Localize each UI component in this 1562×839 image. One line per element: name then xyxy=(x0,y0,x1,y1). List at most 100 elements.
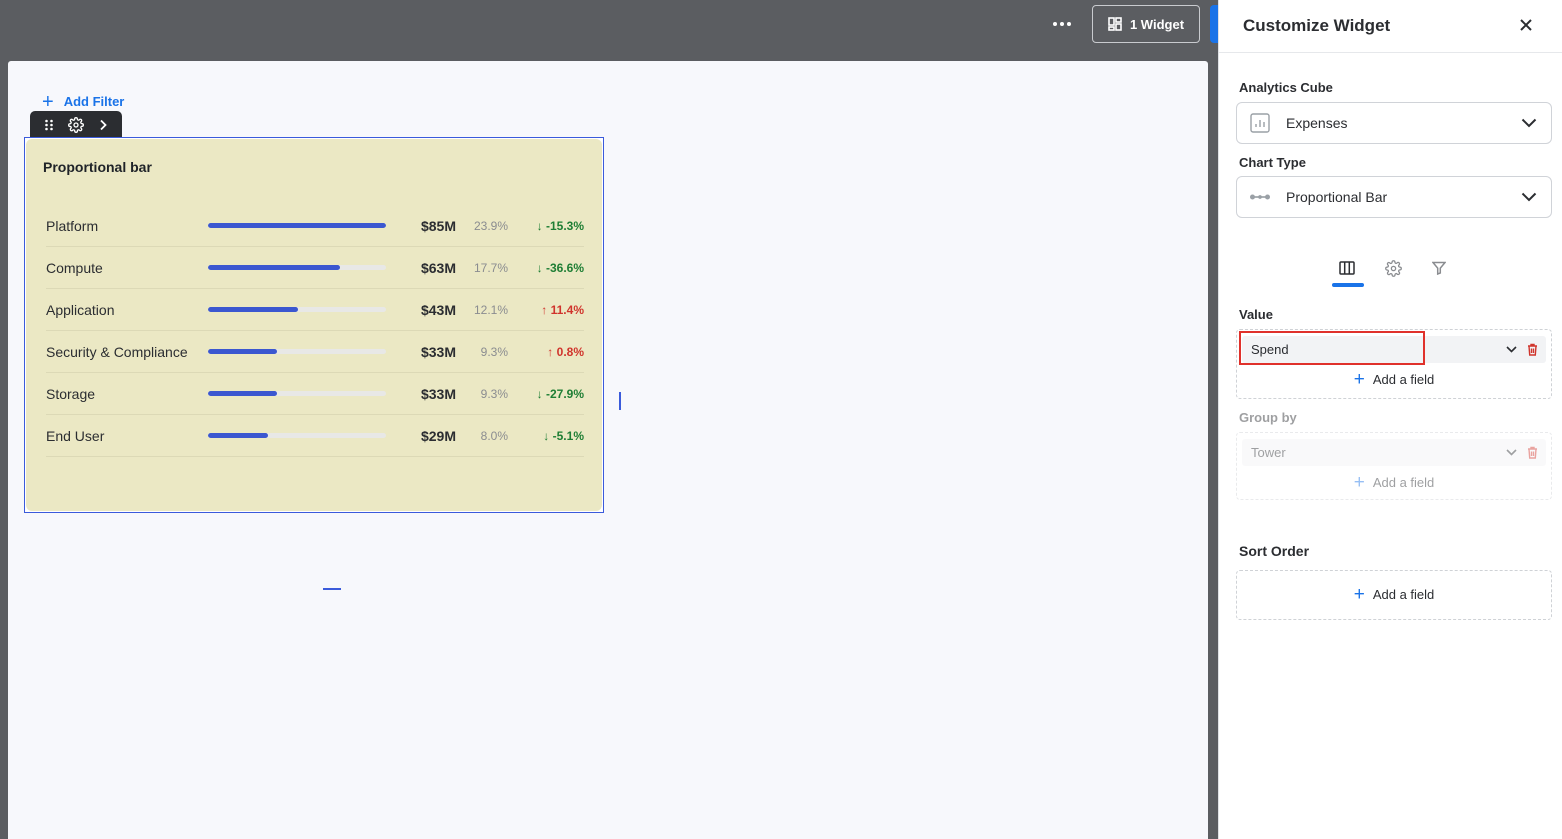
plus-icon: + xyxy=(1353,368,1365,390)
row-delta: ↑ 11.4% xyxy=(508,303,584,317)
dashboard-grid-icon xyxy=(1108,17,1122,31)
proportional-bar-row[interactable]: Compute $63M 17.7% ↓ -36.6% xyxy=(46,247,584,289)
row-delta: ↑ 0.8% xyxy=(508,345,584,359)
plus-icon: + xyxy=(1353,583,1365,605)
bar-track xyxy=(208,265,386,270)
proportional-bar-row[interactable]: Application $43M 12.1% ↑ 11.4% xyxy=(46,289,584,331)
bar-fill xyxy=(208,265,340,270)
row-share: 12.1% xyxy=(473,302,508,317)
trash-icon[interactable] xyxy=(1527,343,1538,356)
value-drop-zone[interactable]: Spend + Add a field xyxy=(1236,329,1552,399)
row-share: 17.7% xyxy=(473,260,508,275)
analytics-cube-value: Expenses xyxy=(1286,115,1348,131)
widgets-button-label: 1 Widget xyxy=(1129,16,1185,32)
widgets-button[interactable]: 1 Widget xyxy=(1092,5,1200,43)
widget-body: Proportional bar Platform $85M 23.9% ↓ -15.… xyxy=(26,139,602,511)
resize-handle-right[interactable] xyxy=(619,392,621,410)
bar-track xyxy=(208,223,386,228)
value-add-field-button[interactable]: + Add a field xyxy=(1237,368,1551,390)
group-by-add-field-button: + Add a field xyxy=(1237,471,1551,493)
proportional-bar-widget[interactable]: Proportional bar Platform $85M 23.9% ↓ -15.… xyxy=(24,137,621,590)
bar-fill xyxy=(208,307,299,312)
chevron-down-icon xyxy=(1506,449,1517,456)
bar-track xyxy=(208,391,386,396)
add-filter-label: Add Filter xyxy=(63,94,125,109)
tab-filter[interactable] xyxy=(1423,254,1455,282)
analytics-cube-label: Analytics Cube xyxy=(1239,80,1333,95)
chart-type-select[interactable]: Proportional Bar xyxy=(1236,176,1552,218)
row-label: Compute xyxy=(46,259,103,276)
group-by-section-label: Group by xyxy=(1239,410,1297,425)
value-field-text: Spend xyxy=(1251,342,1289,357)
more-options-button[interactable] xyxy=(1046,10,1078,38)
chevron-down-icon xyxy=(1521,192,1537,202)
arrow-up-icon: ↑ xyxy=(547,344,557,359)
columns-icon xyxy=(1339,261,1355,275)
analytics-cube-select[interactable]: Expenses xyxy=(1236,102,1552,144)
arrow-down-icon: ↓ xyxy=(543,428,553,443)
bar-fill xyxy=(208,433,268,438)
row-share: 9.3% xyxy=(480,344,508,359)
value-add-field-label: Add a field xyxy=(1372,372,1435,387)
plus-icon: + xyxy=(1353,471,1365,493)
proportional-bar-row[interactable]: Security & Compliance $33M 9.3% ↑ 0.8% xyxy=(46,331,584,373)
bar-track xyxy=(208,433,386,438)
top-bar: 1 Widget xyxy=(0,0,1220,52)
row-value: $85M xyxy=(420,217,456,234)
close-button[interactable] xyxy=(1515,14,1537,36)
bar-track xyxy=(208,307,386,312)
gear-icon[interactable] xyxy=(65,114,87,136)
group-by-field-text: Tower xyxy=(1251,445,1286,460)
bar-fill xyxy=(208,349,278,354)
row-value: $63M xyxy=(420,259,456,276)
dashboard-canvas: + Add Filter Proportional bar Platform $8… xyxy=(8,61,1208,839)
chevron-down-icon xyxy=(1521,118,1537,128)
bar-chart-icon xyxy=(1250,113,1270,133)
row-share: 23.9% xyxy=(473,218,508,233)
panel-header: Customize Widget xyxy=(1219,0,1562,53)
bar-track xyxy=(208,349,386,354)
row-share: 9.3% xyxy=(480,386,508,401)
drag-handle-icon[interactable] xyxy=(38,114,60,136)
more-horizontal-icon xyxy=(1053,22,1057,26)
sort-order-add-field-button[interactable]: + Add a field xyxy=(1237,583,1551,605)
arrow-up-icon: ↑ xyxy=(541,302,551,317)
arrow-down-icon: ↓ xyxy=(536,218,546,233)
proportional-bar-rows: Platform $85M 23.9% ↓ -15.3% Compute $63M 17.7… xyxy=(46,205,584,457)
add-filter-button[interactable]: + Add Filter xyxy=(42,92,125,112)
group-by-add-field-label: Add a field xyxy=(1372,475,1435,490)
row-label: Application xyxy=(46,301,115,318)
active-tab-indicator xyxy=(1332,283,1364,287)
row-delta-text: -27.9% xyxy=(545,386,584,401)
row-delta-text: -36.6% xyxy=(545,260,584,275)
panel-title: Customize Widget xyxy=(1243,16,1391,35)
bar-fill xyxy=(208,223,386,228)
value-field-select[interactable]: Spend xyxy=(1242,336,1546,363)
chevron-down-icon[interactable] xyxy=(1506,346,1517,353)
tab-columns[interactable] xyxy=(1331,254,1363,282)
row-delta: ↓ -27.9% xyxy=(508,387,584,401)
chart-type-value: Proportional Bar xyxy=(1286,189,1388,205)
resize-handle-bottom[interactable] xyxy=(323,588,341,590)
gear-icon xyxy=(1384,259,1402,277)
proportional-bar-row[interactable]: Platform $85M 23.9% ↓ -15.3% xyxy=(46,205,584,247)
row-delta-text: 0.8% xyxy=(556,344,584,359)
widget-toolbar xyxy=(30,111,122,139)
sort-order-label: Sort Order xyxy=(1239,543,1310,559)
row-delta-text: -15.3% xyxy=(545,218,584,233)
proportional-bar-row[interactable]: Storage $33M 9.3% ↓ -27.9% xyxy=(46,373,584,415)
chart-type-label: Chart Type xyxy=(1239,155,1306,170)
tab-settings[interactable] xyxy=(1377,254,1409,282)
row-share: 8.0% xyxy=(480,428,508,443)
proportional-bar-row[interactable]: End User $29M 8.0% ↓ -5.1% xyxy=(46,415,584,457)
widget-title: Proportional bar xyxy=(43,159,152,175)
arrow-down-icon: ↓ xyxy=(536,260,546,275)
value-section-label: Value xyxy=(1239,307,1273,322)
customize-widget-panel: Customize Widget Analytics Cube Expenses… xyxy=(1218,0,1562,839)
row-delta: ↓ -36.6% xyxy=(508,261,584,275)
row-delta-text: -5.1% xyxy=(552,428,584,443)
close-icon xyxy=(1520,19,1532,31)
sort-order-drop-zone[interactable]: + Add a field xyxy=(1236,570,1552,620)
sort-order-add-field-label: Add a field xyxy=(1372,587,1435,602)
chevron-right-icon[interactable] xyxy=(92,114,114,136)
